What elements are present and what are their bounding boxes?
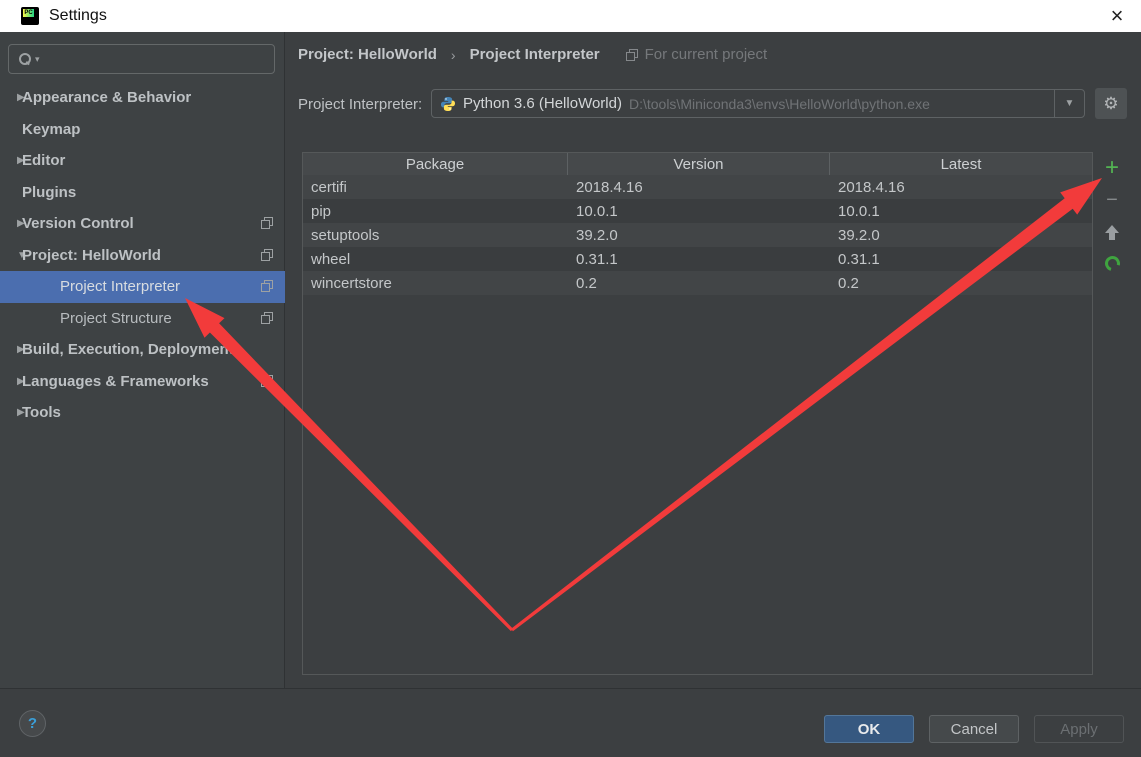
cell-latest: 0.2 [830,271,1092,295]
cell-version: 2018.4.16 [568,175,830,199]
table-header: Package Version Latest [303,153,1092,175]
cell-latest: 0.31.1 [830,247,1092,271]
chevron-right-icon[interactable]: ▶ [0,155,22,166]
sidebar-item-project-structure[interactable]: Project Structure [0,303,285,335]
per-project-icon [261,249,273,261]
cell-version: 39.2.0 [568,223,830,247]
cell-version: 0.2 [568,271,830,295]
table-row[interactable]: wheel 0.31.1 0.31.1 [303,247,1092,271]
sidebar-item-appearance-behavior[interactable]: ▶ Appearance & Behavior [0,82,285,114]
table-row[interactable]: wincertstore 0.2 0.2 [303,271,1092,295]
sidebar-item-version-control[interactable]: ▶ Version Control [0,208,285,240]
sidebar-item-plugins[interactable]: Plugins [0,177,285,209]
sidebar-item-tools[interactable]: ▶ Tools [0,397,285,429]
column-header-version[interactable]: Version [568,153,830,175]
help-icon[interactable]: ? [19,710,46,737]
sidebar-item-languages-frameworks[interactable]: ▶ Languages & Frameworks [0,366,285,398]
settings-tree: ▶ Appearance & Behavior Keymap ▶ Editor … [0,82,285,429]
search-input[interactable]: ▾ [8,44,275,74]
per-project-icon [261,217,273,229]
project-interpreter-label: Project Interpreter: [298,96,422,113]
interpreter-select[interactable]: Python 3.6 (HelloWorld) D:\tools\Minicon… [431,89,1085,118]
cell-package: certifi [303,175,568,199]
cell-package: wincertstore [303,271,568,295]
table-row[interactable]: certifi 2018.4.16 2018.4.16 [303,175,1092,199]
cell-package: setuptools [303,223,568,247]
search-icon [19,53,31,65]
remove-package-icon[interactable]: − [1096,187,1128,213]
cell-version: 10.0.1 [568,199,830,223]
combo-dropdown-icon[interactable]: ▼ [1054,90,1084,117]
column-header-latest[interactable]: Latest [830,153,1092,175]
footer-divider [0,688,1141,689]
chevron-right-icon[interactable]: ▶ [0,376,22,387]
table-body: certifi 2018.4.16 2018.4.16 pip 10.0.1 1… [303,175,1092,295]
gear-icon[interactable]: ⚙ [1095,88,1127,119]
chevron-right-icon[interactable]: ▶ [0,344,22,355]
per-project-icon [261,375,273,387]
apply-button: Apply [1034,715,1124,743]
table-row[interactable]: pip 10.0.1 10.0.1 [303,199,1092,223]
title-bar: PC Settings × [0,0,1141,32]
column-header-package[interactable]: Package [303,153,568,175]
breadcrumb-project[interactable]: Project: HelloWorld [298,46,437,63]
cell-package: wheel [303,247,568,271]
cell-package: pip [303,199,568,223]
breadcrumb: Project: HelloWorld › Project Interprete… [298,46,767,63]
python-icon [440,96,456,112]
cancel-button[interactable]: Cancel [929,715,1019,743]
table-row[interactable]: setuptools 39.2.0 39.2.0 [303,223,1092,247]
upgrade-package-icon[interactable] [1096,219,1128,245]
window-title: Settings [49,7,107,25]
interpreter-name: Python 3.6 (HelloWorld) [463,95,622,112]
sidebar-item-project-helloworld[interactable]: ▼ Project: HelloWorld [0,240,285,272]
for-current-project-note: For current project [626,46,768,63]
chevron-right-icon[interactable]: ▶ [0,407,22,418]
cell-latest: 2018.4.16 [830,175,1092,199]
add-package-icon[interactable]: + [1096,155,1128,181]
cell-version: 0.31.1 [568,247,830,271]
per-project-icon [261,312,273,324]
chevron-down-icon[interactable]: ▼ [0,250,22,261]
breadcrumb-page: Project Interpreter [470,46,600,63]
sidebar-item-build-execution-deployment[interactable]: ▶ Build, Execution, Deployment [0,334,285,366]
cell-latest: 10.0.1 [830,199,1092,223]
sidebar-item-project-interpreter[interactable]: Project Interpreter [0,271,285,303]
interpreter-path: D:\tools\Miniconda3\envs\HelloWorld\pyth… [629,96,1054,112]
search-caret-icon: ▾ [35,54,40,65]
close-icon[interactable]: × [1099,0,1135,32]
breadcrumb-separator-icon: › [451,47,456,63]
settings-sidebar: ▾ ▶ Appearance & Behavior Keymap ▶ Edito… [0,32,285,688]
chevron-right-icon[interactable]: ▶ [0,92,22,103]
cell-latest: 39.2.0 [830,223,1092,247]
ok-button[interactable]: OK [824,715,914,743]
refresh-packages-icon[interactable] [1096,250,1128,276]
package-table: Package Version Latest certifi 2018.4.16… [302,152,1093,675]
per-project-icon [626,49,638,61]
sidebar-item-keymap[interactable]: Keymap [0,114,285,146]
pycharm-logo-icon: PC [21,7,39,25]
per-project-icon [261,280,273,292]
sidebar-item-editor[interactable]: ▶ Editor [0,145,285,177]
chevron-right-icon[interactable]: ▶ [0,218,22,229]
